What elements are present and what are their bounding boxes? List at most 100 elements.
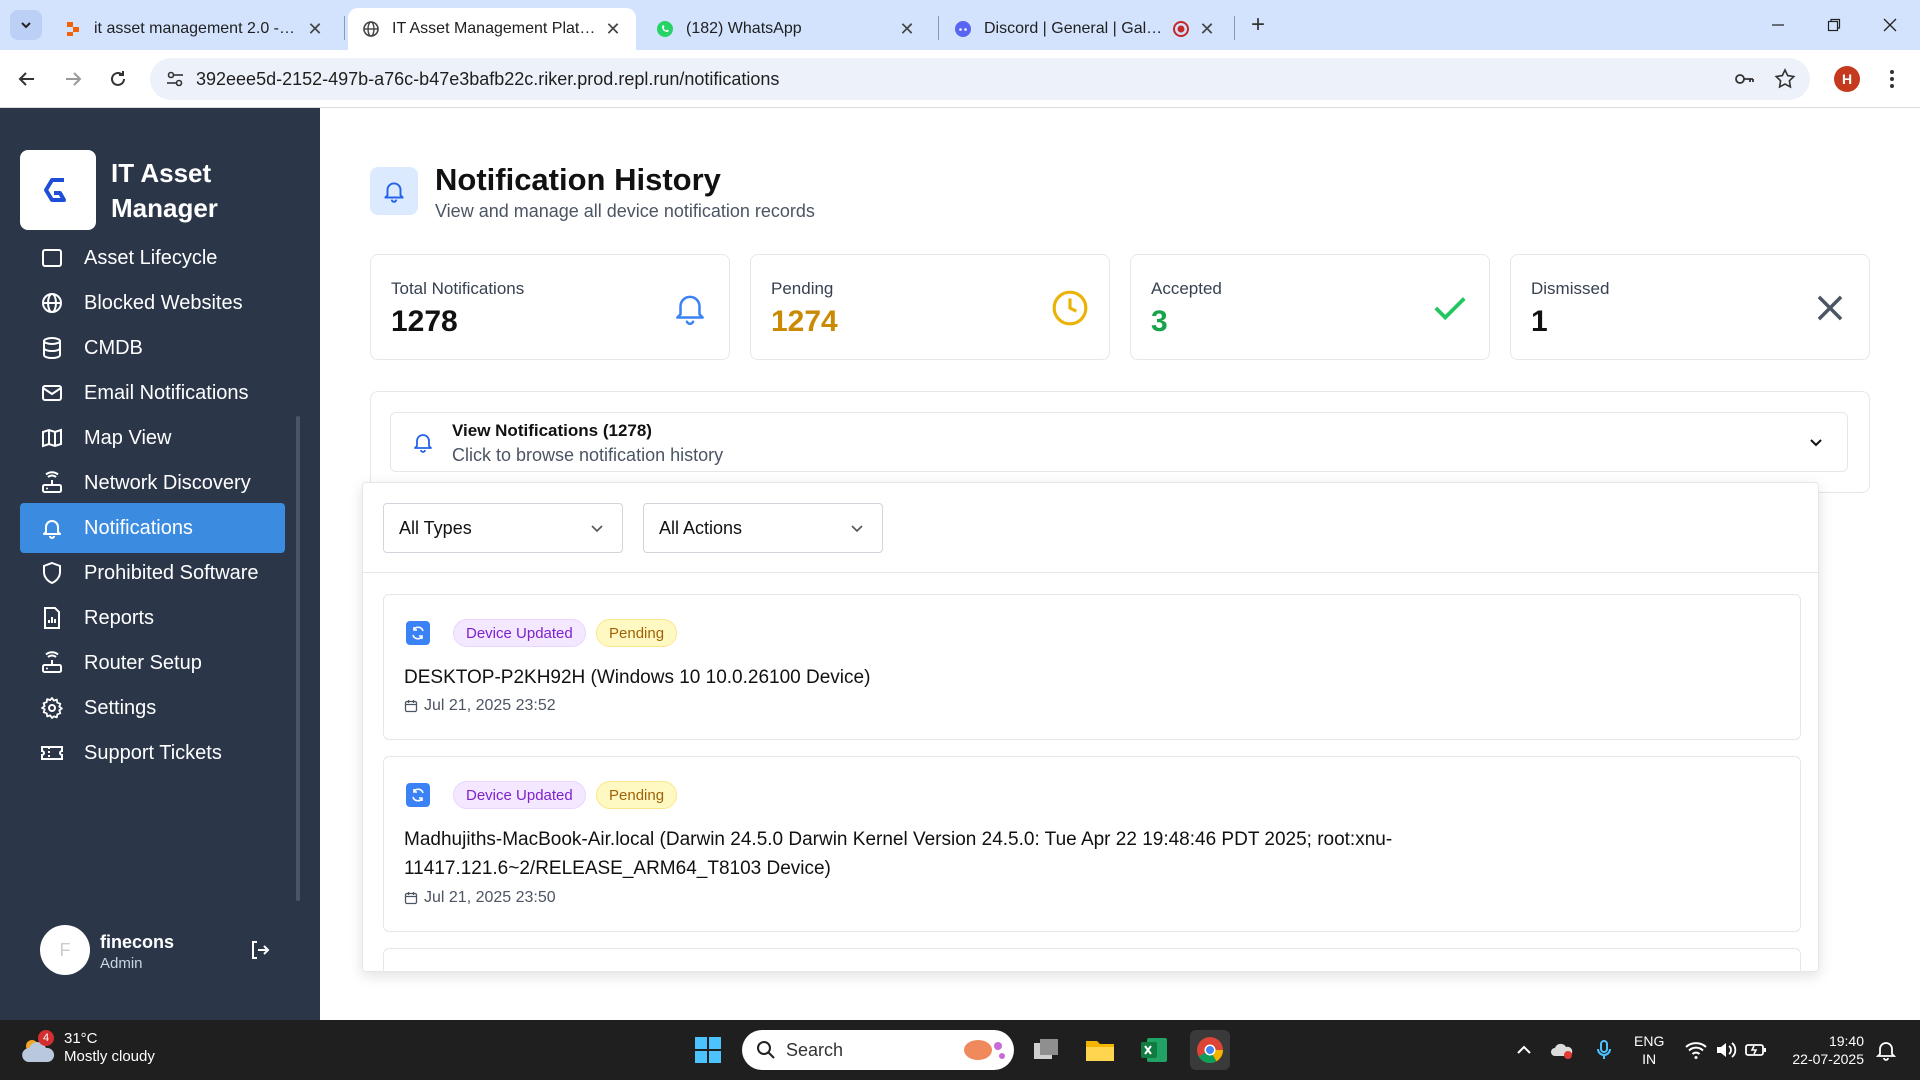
recording-icon xyxy=(1173,21,1189,37)
chrome-button[interactable] xyxy=(1190,1030,1230,1070)
onedrive-icon[interactable] xyxy=(1550,1038,1574,1062)
close-icon[interactable]: ✕ xyxy=(604,19,622,39)
status-badge: Pending xyxy=(596,781,678,809)
cloud-icon: 4 xyxy=(20,1030,58,1066)
sidebar-item-network-discovery[interactable]: Network Discovery xyxy=(20,458,285,508)
back-button[interactable] xyxy=(12,64,42,94)
sidebar-item-settings[interactable]: Settings xyxy=(20,683,285,733)
action-filter-select[interactable]: All Actions xyxy=(643,503,883,553)
start-button[interactable] xyxy=(688,1030,728,1070)
microphone-icon[interactable] xyxy=(1592,1038,1616,1062)
search-placeholder: Search xyxy=(786,1039,844,1060)
check-icon xyxy=(1434,297,1466,321)
date-text: Jul 21, 2025 23:52 xyxy=(424,697,556,714)
sidebar-item-label: Settings xyxy=(84,696,157,719)
restore-icon xyxy=(1827,18,1841,32)
type-filter-select[interactable]: All Types xyxy=(383,503,623,553)
close-icon[interactable]: ✕ xyxy=(898,19,916,39)
sidebar-item-label: CMDB xyxy=(84,336,143,359)
type-badge: Device Updated xyxy=(453,619,586,647)
notification-card[interactable] xyxy=(383,948,1801,971)
window-close-button[interactable] xyxy=(1862,0,1918,50)
language-indicator[interactable]: ENG IN xyxy=(1634,1032,1664,1068)
sidebar-item-support-tickets[interactable]: Support Tickets xyxy=(20,728,285,778)
tab-label: IT Asset Management Platform xyxy=(392,20,596,37)
type-badge: Device Updated xyxy=(453,781,586,809)
lifecycle-icon xyxy=(42,249,62,267)
chevron-down-icon xyxy=(21,22,31,29)
taskbar-search[interactable]: Search xyxy=(742,1030,1014,1070)
reload-button[interactable] xyxy=(103,64,133,94)
tab-divider xyxy=(938,16,939,40)
file-explorer-button[interactable] xyxy=(1080,1030,1120,1070)
notification-center-icon[interactable] xyxy=(1874,1038,1898,1062)
volume-icon[interactable] xyxy=(1714,1038,1738,1062)
sidebar-item-router-setup[interactable]: Router Setup xyxy=(20,638,285,688)
tab-replit[interactable]: it asset management 2.0 - Replit ✕ xyxy=(50,8,338,50)
browser-tab-strip: it asset management 2.0 - Replit ✕ IT As… xyxy=(0,0,1920,50)
sidebar-scrollbar[interactable] xyxy=(296,416,300,901)
ticket-icon xyxy=(41,746,63,760)
wifi-icon[interactable] xyxy=(1684,1038,1708,1062)
logout-icon[interactable] xyxy=(248,938,272,962)
browser-menu-button[interactable] xyxy=(1884,66,1900,92)
sidebar-item-prohibited-software[interactable]: Prohibited Software xyxy=(20,548,285,598)
excel-button[interactable] xyxy=(1134,1030,1174,1070)
close-icon[interactable]: ✕ xyxy=(306,19,324,39)
new-tab-button[interactable]: + xyxy=(1242,10,1274,40)
star-icon[interactable] xyxy=(1774,68,1796,90)
database-icon xyxy=(43,337,61,360)
forward-button[interactable] xyxy=(58,64,88,94)
task-view-button[interactable] xyxy=(1026,1030,1066,1070)
sidebar-item-cmdb[interactable]: CMDB xyxy=(20,323,285,373)
stat-label: Accepted xyxy=(1151,279,1222,298)
logo-icon xyxy=(44,178,66,202)
sidebar-item-email-notifications[interactable]: Email Notifications xyxy=(20,368,285,418)
sidebar-item-label: Support Tickets xyxy=(84,741,222,764)
sidebar-item-map-view[interactable]: Map View xyxy=(20,413,285,463)
profile-avatar[interactable]: H xyxy=(1834,66,1860,92)
tab-it-asset-platform[interactable]: IT Asset Management Platform ✕ xyxy=(348,8,636,50)
site-settings-icon[interactable] xyxy=(164,68,186,90)
arrow-left-icon xyxy=(18,72,34,86)
view-notifications-toggle[interactable]: View Notifications (1278) Click to brows… xyxy=(390,412,1848,472)
report-icon xyxy=(44,607,60,629)
notification-card[interactable]: Device Updated Pending Madhujiths-MacBoo… xyxy=(383,756,1801,932)
reload-icon xyxy=(111,71,125,86)
system-clock[interactable]: 19:40 22-07-2025 xyxy=(1784,1032,1864,1068)
weather-desc: Mostly cloudy xyxy=(64,1048,155,1065)
windows-logo-icon xyxy=(695,1037,721,1063)
stat-value: 1274 xyxy=(771,305,838,338)
chevron-up-icon[interactable] xyxy=(1512,1038,1536,1062)
date-text: Jul 21, 2025 23:50 xyxy=(424,889,556,906)
url-text: 392eee5d-2152-497b-a76c-b47e3bafb22c.rik… xyxy=(196,68,780,89)
search-highlight-icon xyxy=(964,1040,1005,1060)
sidebar-item-notifications[interactable]: Notifications xyxy=(20,503,285,553)
page-header-icon xyxy=(370,167,418,215)
tab-discord[interactable]: Discord | General | Galactis ✕ xyxy=(940,8,1230,50)
sidebar-item-reports[interactable]: Reports xyxy=(20,593,285,643)
app-brand: IT Asset Manager xyxy=(111,158,218,223)
tab-whatsapp[interactable]: (182) WhatsApp ✕ xyxy=(642,8,930,50)
windows-taskbar: 4 31°C Mostly cloudy Search ENG IN 19:40… xyxy=(0,1020,1920,1080)
password-key-icon[interactable] xyxy=(1733,68,1755,90)
clock-time: 19:40 xyxy=(1828,1033,1864,1049)
notification-card[interactable]: Device Updated Pending DESKTOP-P2KH92H (… xyxy=(383,594,1801,740)
restore-button[interactable] xyxy=(1806,0,1862,50)
stat-card-accepted: Accepted 3 xyxy=(1130,254,1490,360)
accordion-subtitle: Click to browse notification history xyxy=(452,445,724,465)
accordion-title: View Notifications (1278) xyxy=(452,421,652,440)
router-icon xyxy=(42,471,62,493)
sidebar-item-blocked-websites[interactable]: Blocked Websites xyxy=(20,278,285,328)
address-bar[interactable]: 392eee5d-2152-497b-a76c-b47e3bafb22c.rik… xyxy=(150,58,1810,100)
tab-search-button[interactable] xyxy=(10,10,42,40)
close-icon[interactable]: ✕ xyxy=(1198,19,1216,39)
task-view-icon xyxy=(1034,1039,1058,1059)
avatar[interactable]: F xyxy=(40,925,90,975)
globe-icon xyxy=(42,293,62,313)
minimize-button[interactable] xyxy=(1750,0,1806,50)
user-profile: F finecons Admin xyxy=(0,908,320,998)
bell-icon xyxy=(414,434,432,453)
battery-icon[interactable] xyxy=(1744,1038,1768,1062)
weather-widget[interactable]: 4 31°C Mostly cloudy xyxy=(20,1030,155,1066)
